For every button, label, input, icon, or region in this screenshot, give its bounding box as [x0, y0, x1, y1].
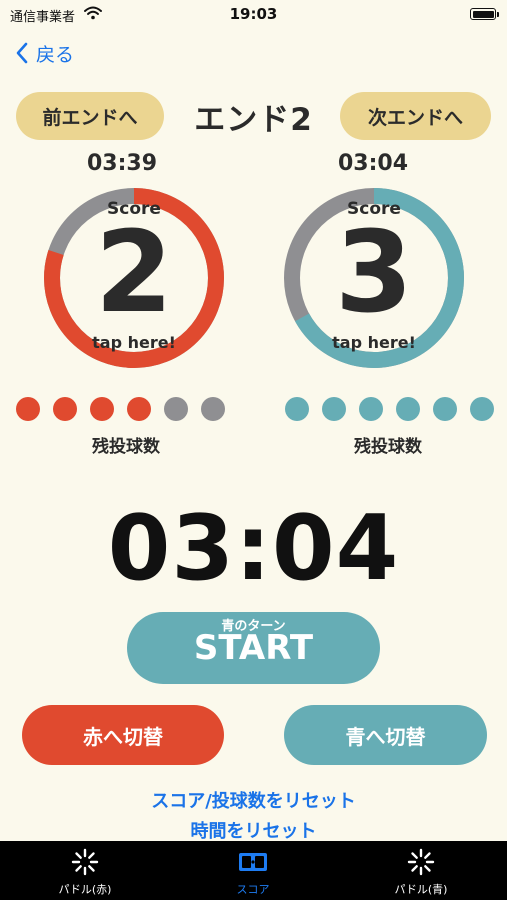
- tab-label: スコア: [236, 883, 270, 896]
- status-clock: 19:03: [229, 5, 278, 23]
- blue-score-value: 3: [335, 208, 413, 338]
- red-ball-dot: [164, 397, 188, 421]
- tab-paddle-red[interactable]: パドル(赤): [20, 841, 150, 900]
- blue-remaining-time: 03:04: [337, 151, 409, 176]
- switch-to-red-button[interactable]: 赤へ切替: [22, 705, 224, 765]
- tab-bar: パドル(赤) スコア パドル(青): [0, 841, 507, 900]
- red-score-value: 2: [95, 208, 173, 338]
- blue-ball-dot: [359, 397, 383, 421]
- blue-remaining-balls: [285, 397, 507, 421]
- red-score-ring[interactable]: Score 2 tap here!: [42, 186, 226, 370]
- tab-paddle-blue[interactable]: パドル(青): [356, 841, 486, 900]
- red-ball-dot: [90, 397, 114, 421]
- scoreboard-icon: [239, 853, 267, 871]
- red-ball-dot: [201, 397, 225, 421]
- tab-score[interactable]: スコア: [188, 841, 318, 900]
- red-tap-label: tap here!: [92, 333, 176, 352]
- red-ball-dot: [127, 397, 151, 421]
- back-button[interactable]: 戻る: [16, 38, 74, 68]
- battery-icon: [470, 8, 496, 20]
- red-remaining-label: 残投球数: [92, 437, 160, 457]
- battery-tip: [497, 12, 499, 17]
- blue-ball-dot: [433, 397, 457, 421]
- blue-score-ring[interactable]: Score 3 tap here!: [282, 186, 466, 370]
- blue-ball-dot: [396, 397, 420, 421]
- start-button[interactable]: 青のターン START: [127, 612, 380, 684]
- switch-to-blue-button[interactable]: 青へ切替: [284, 705, 487, 765]
- blue-ball-dot: [322, 397, 346, 421]
- status-bar: 通信事業者 19:03: [0, 0, 507, 30]
- blue-remaining-label: 残投球数: [354, 437, 422, 457]
- start-label: START: [193, 628, 314, 668]
- back-label: 戻る: [36, 43, 75, 66]
- next-end-button[interactable]: 次エンドへ: [340, 92, 491, 140]
- loading-spinner-icon: [407, 848, 435, 876]
- reset-score-link[interactable]: スコア/投球数をリセット: [0, 787, 507, 813]
- red-ball-dot: [53, 397, 77, 421]
- blue-tap-label: tap here!: [332, 333, 416, 352]
- blue-ball-dot: [470, 397, 494, 421]
- chevron-left-icon: [16, 42, 28, 64]
- end-title: エンド2: [194, 102, 313, 138]
- red-remaining-time: 03:39: [86, 151, 158, 176]
- red-remaining-balls: [16, 397, 238, 421]
- reset-time-link[interactable]: 時間をリセット: [0, 817, 507, 843]
- main-timer: 03:04: [107, 496, 400, 601]
- tab-label: パドル(赤): [58, 883, 112, 896]
- red-ball-dot: [16, 397, 40, 421]
- prev-end-button[interactable]: 前エンドへ: [16, 92, 164, 140]
- tab-label: パドル(青): [394, 883, 448, 896]
- loading-spinner-icon: [71, 848, 99, 876]
- blue-ball-dot: [285, 397, 309, 421]
